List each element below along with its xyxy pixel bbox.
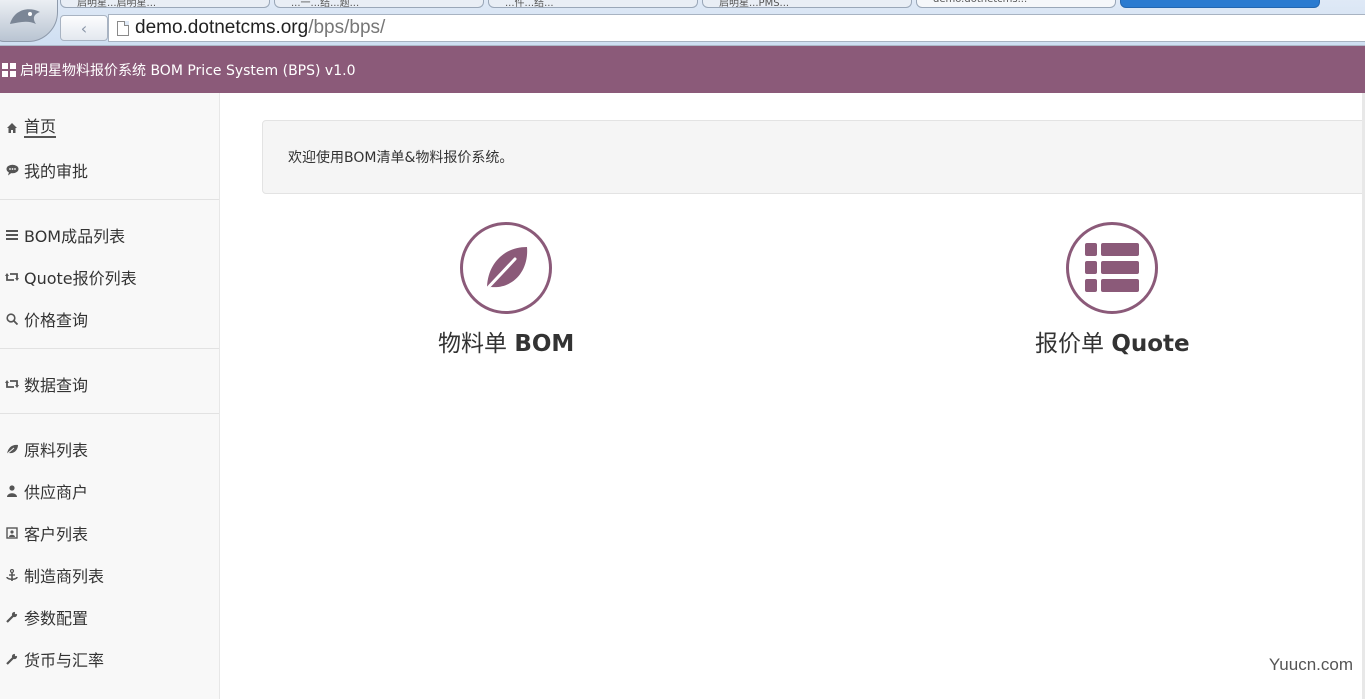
sidebar-item-label: 制造商列表 <box>24 567 105 586</box>
wrench-icon <box>0 611 24 623</box>
sidebar-item-label: 价格查询 <box>24 311 89 330</box>
browser-logo-icon[interactable] <box>0 0 58 42</box>
nav-group-main: 首页 我的审批 <box>0 93 219 200</box>
leaf-icon[interactable] <box>460 222 553 314</box>
bom-tile[interactable]: 物料单 BOM <box>438 222 574 358</box>
sidebar-item-quote-list[interactable]: Quote报价列表 <box>0 256 219 298</box>
sidebar-item-label: 原料列表 <box>24 441 89 460</box>
sidebar-item-label: 货币与汇率 <box>24 651 105 670</box>
sidebar: 首页 我的审批 BOM成品列表 Quote报价列表 价格查询 数据查询 原料列表… <box>0 93 220 699</box>
bom-tile-label[interactable]: 物料单 BOM <box>438 324 574 358</box>
comment-icon <box>0 164 24 176</box>
retweet-icon <box>0 379 24 389</box>
contact-card-icon <box>0 527 24 539</box>
sidebar-item-currency[interactable]: 货币与汇率 <box>0 638 219 680</box>
bom-tile-label-cn: 物料单 <box>438 331 515 357</box>
welcome-panel: 欢迎使用BOM清单&物料报价系统。 <box>262 120 1365 194</box>
bom-tile-label-en: BOM <box>514 331 575 357</box>
url-path: /bps/bps/ <box>308 17 386 38</box>
nav-group-data: 数据查询 <box>0 349 219 414</box>
sidebar-item-label: 首页 <box>24 117 57 138</box>
sidebar-item-label: 供应商户 <box>24 483 89 502</box>
watermark: Yuucn.com <box>1268 655 1353 674</box>
sidebar-item-label: 客户列表 <box>24 525 89 544</box>
sidebar-item-approvals[interactable]: 我的审批 <box>0 149 219 191</box>
page-icon <box>117 20 129 36</box>
chevron-left-icon: ‹ <box>80 18 88 38</box>
retweet-icon <box>0 272 24 282</box>
sidebar-item-manufacturers[interactable]: 制造商列表 <box>0 554 219 596</box>
sidebar-item-label: 我的审批 <box>24 162 89 181</box>
sidebar-item-home[interactable]: 首页 <box>0 107 219 149</box>
nav-group-master-data: 原料列表 供应商户 客户列表 制造商列表 参数配置 货币与汇率 <box>0 414 219 688</box>
grid-icon <box>2 62 16 77</box>
browser-tab-active[interactable]: demo.dotnetcms... <box>916 0 1116 8</box>
quote-tile-label[interactable]: 报价单 Quote <box>1035 324 1190 358</box>
anchor-icon <box>0 568 24 582</box>
sidebar-item-settings[interactable]: 参数配置 <box>0 596 219 638</box>
url-host: demo.dotnetcms.org <box>135 17 309 38</box>
browser-tab-1[interactable]: 启明星...启明星... <box>60 0 270 8</box>
sidebar-item-materials[interactable]: 原料列表 <box>0 428 219 470</box>
browser-toolbar: 启明星...启明星... ...一...结...题... ...件...结...… <box>0 0 1365 46</box>
welcome-text: 欢迎使用BOM清单&物料报价系统。 <box>288 150 514 166</box>
user-icon <box>0 485 24 497</box>
sidebar-item-bom-list[interactable]: BOM成品列表 <box>0 214 219 256</box>
back-button[interactable]: ‹ <box>60 15 108 41</box>
browser-tab-new[interactable] <box>1120 0 1320 8</box>
sidebar-item-suppliers[interactable]: 供应商户 <box>0 470 219 512</box>
sidebar-item-customers[interactable]: 客户列表 <box>0 512 219 554</box>
sidebar-item-label: 数据查询 <box>24 376 89 395</box>
sidebar-item-label: BOM成品列表 <box>24 227 126 246</box>
search-icon <box>0 313 24 325</box>
browser-tab-3[interactable]: ...件...结... <box>488 0 698 8</box>
quote-tile[interactable]: 报价单 Quote <box>1035 222 1190 358</box>
sidebar-item-label: Quote报价列表 <box>24 269 137 288</box>
home-icon <box>0 122 24 134</box>
quote-tile-label-en: Quote <box>1111 331 1190 357</box>
browser-tab-2[interactable]: ...一...结...题... <box>274 0 484 8</box>
browser-tab-4[interactable]: 启明星...PMS... <box>702 0 912 8</box>
sidebar-item-label: 参数配置 <box>24 609 89 628</box>
brand-title[interactable]: 启明星物料报价系统 BOM Price System (BPS) v1.0 <box>20 60 355 80</box>
nav-group-bom: BOM成品列表 Quote报价列表 价格查询 <box>0 200 219 349</box>
quote-tile-label-cn: 报价单 <box>1035 331 1112 357</box>
wrench-icon <box>0 653 24 665</box>
sidebar-item-data-query[interactable]: 数据查询 <box>0 363 219 405</box>
address-bar[interactable]: demo.dotnetcms.org/bps/bps/ <box>108 14 1365 42</box>
sidebar-item-price-search[interactable]: 价格查询 <box>0 298 219 340</box>
th-list-icon[interactable] <box>1066 222 1159 314</box>
leaf-icon <box>0 444 24 455</box>
list-icon <box>0 230 24 240</box>
tab-strip: 启明星...启明星... ...一...结...题... ...件...结...… <box>60 0 1324 8</box>
app-header: 启明星物料报价系统 BOM Price System (BPS) v1.0 <box>0 46 1365 93</box>
